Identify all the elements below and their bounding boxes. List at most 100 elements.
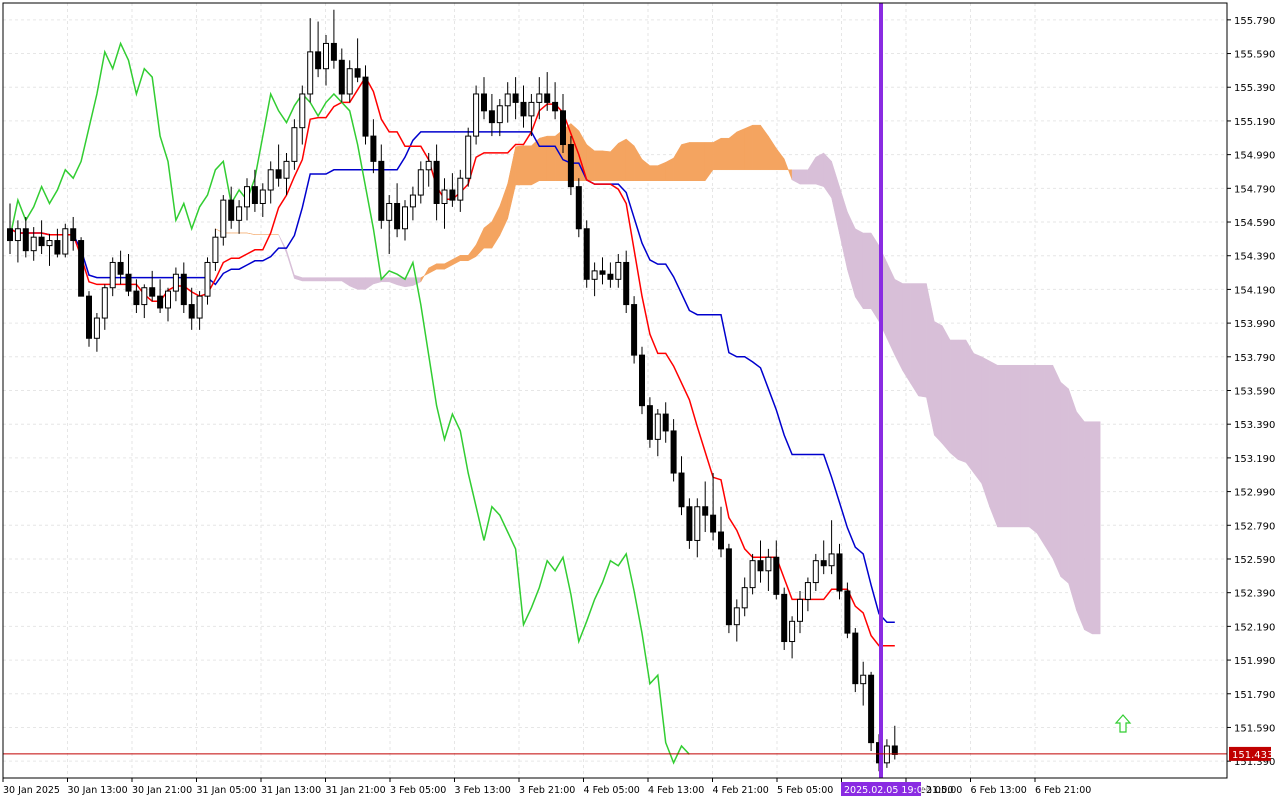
candle-bull[interactable] <box>733 607 740 626</box>
candle-bear[interactable] <box>78 240 85 297</box>
candle-bull[interactable] <box>804 582 811 600</box>
candle-bull[interactable] <box>441 189 448 204</box>
candle-bull[interactable] <box>417 169 424 196</box>
candle-bull[interactable] <box>307 51 314 95</box>
candle-bear[interactable] <box>631 304 638 356</box>
candle-bear[interactable] <box>488 110 495 124</box>
candle-bull[interactable] <box>402 206 408 230</box>
candle-bear[interactable] <box>275 169 282 179</box>
candle-bull[interactable] <box>212 236 219 263</box>
candle-bear[interactable] <box>125 273 132 292</box>
candle-bull[interactable] <box>504 93 511 107</box>
candle-bear[interactable] <box>228 199 235 221</box>
candle-bear[interactable] <box>354 68 361 78</box>
candle-bull[interactable] <box>749 560 756 589</box>
candle-bull[interactable] <box>204 261 211 297</box>
candle-bear[interactable] <box>599 270 606 275</box>
candle-bear[interactable] <box>702 506 709 516</box>
candle-bear[interactable] <box>54 240 61 255</box>
candle-bear[interactable] <box>646 405 653 440</box>
candle-bear[interactable] <box>560 110 566 146</box>
candle-bull[interactable] <box>93 317 100 339</box>
candle-bear[interactable] <box>844 590 851 634</box>
candle-bear[interactable] <box>520 101 527 117</box>
candle-bull[interactable] <box>172 273 179 292</box>
candle-bear[interactable] <box>662 413 669 432</box>
candle-bull[interactable] <box>797 598 803 622</box>
candle-bear[interactable] <box>86 295 92 339</box>
candle-bull[interactable] <box>165 290 171 309</box>
candle-bear[interactable] <box>757 560 764 572</box>
candle-bear[interactable] <box>552 101 559 112</box>
candle-bear[interactable] <box>891 745 898 755</box>
candle-bear[interactable] <box>180 273 187 306</box>
candle-bull[interactable] <box>883 745 890 764</box>
candle-bear[interactable] <box>718 531 724 550</box>
candle-bull[interactable] <box>457 177 464 201</box>
chart-root[interactable]: 155.790 155.590 155.390 155.190 154.990 154.7… <box>0 0 1280 800</box>
candle-bull[interactable] <box>812 560 819 584</box>
candle-bull[interactable] <box>299 93 306 129</box>
candle-bear[interactable] <box>117 261 124 275</box>
candle-bear[interactable] <box>362 76 369 137</box>
candle-bull[interactable] <box>259 189 266 204</box>
candle-bear[interactable] <box>639 354 645 407</box>
candle-bear[interactable] <box>22 228 29 252</box>
candle-bear[interactable] <box>378 160 385 221</box>
candle-bear[interactable] <box>315 51 322 70</box>
candle-bull[interactable] <box>860 674 867 685</box>
candle-bear[interactable] <box>338 59 345 95</box>
candle-bear[interactable] <box>370 135 377 162</box>
candle-bull[interactable] <box>496 105 503 124</box>
candle-bear[interactable] <box>133 290 140 306</box>
candles[interactable] <box>7 9 898 772</box>
candle-bear[interactable] <box>449 189 456 201</box>
candle-bear[interactable] <box>781 593 788 643</box>
candle-bull[interactable] <box>220 199 227 238</box>
candle-bull[interactable] <box>591 270 598 280</box>
candle-bull[interactable] <box>196 295 203 319</box>
candle-bull[interactable] <box>283 160 290 179</box>
candle-bull[interactable] <box>409 194 416 208</box>
candle-bear[interactable] <box>149 287 156 297</box>
candle-bear[interactable] <box>607 273 614 280</box>
candle-bull[interactable] <box>141 287 148 306</box>
candle-bull[interactable] <box>346 68 353 95</box>
candle-bull[interactable] <box>528 101 535 117</box>
candle-bear[interactable] <box>575 186 582 230</box>
candle-bear[interactable] <box>70 228 77 242</box>
candle-bear[interactable] <box>481 93 487 112</box>
candle-bull[interactable] <box>14 228 21 242</box>
candle-bull[interactable] <box>654 413 661 440</box>
candle-bear[interactable] <box>678 472 685 508</box>
candle-bear[interactable] <box>544 93 551 103</box>
candle-bear[interactable] <box>188 304 195 319</box>
candle-bull[interactable] <box>828 553 835 567</box>
candle-bull[interactable] <box>473 93 480 137</box>
candle-bear[interactable] <box>710 514 717 533</box>
candle-bull[interactable] <box>789 620 796 643</box>
candle-bear[interactable] <box>38 236 45 247</box>
candle-bull[interactable] <box>267 169 274 191</box>
candle-bull[interactable] <box>615 261 622 280</box>
candle-bull[interactable] <box>62 228 69 255</box>
candle-bear[interactable] <box>433 160 440 204</box>
candle-bear[interactable] <box>330 42 337 61</box>
candle-bull[interactable] <box>323 42 329 70</box>
candle-bear[interactable] <box>583 228 590 280</box>
candle-bear[interactable] <box>7 228 13 242</box>
candle-bear[interactable] <box>725 548 732 626</box>
candle-bull[interactable] <box>765 556 772 572</box>
candlestick-chart[interactable]: 155.790 155.590 155.390 155.190 154.990 154.7… <box>0 0 1280 800</box>
candle-bull[interactable] <box>46 240 53 247</box>
candle-bull[interactable] <box>741 587 748 609</box>
candle-bear[interactable] <box>670 430 677 474</box>
candle-bull[interactable] <box>244 186 250 208</box>
candle-bear[interactable] <box>567 144 574 188</box>
candle-bull[interactable] <box>536 93 543 103</box>
candle-bear[interactable] <box>686 506 693 541</box>
candle-bear[interactable] <box>157 295 164 309</box>
candle-bull[interactable] <box>425 160 432 171</box>
candle-bear[interactable] <box>852 632 859 685</box>
candle-bull[interactable] <box>30 236 37 252</box>
